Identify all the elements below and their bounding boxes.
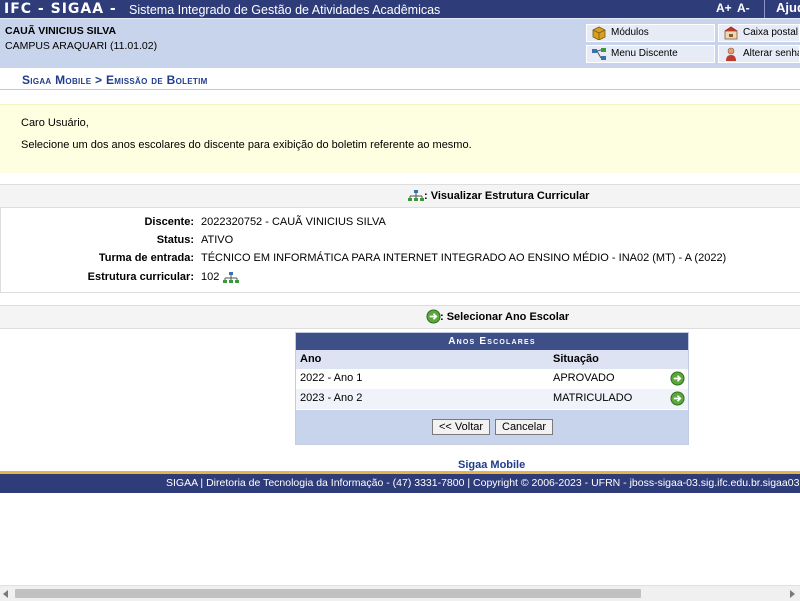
student-details: Discente: 2022320752 - CAUÃ VINICIUS SIL… [0,207,800,293]
help-link[interactable]: Ajuda [776,0,800,16]
breadcrumb-text: Sigaa Mobile > Emissão de Boletim [22,73,208,87]
status-row: Status: ATIVO [1,234,800,252]
column-header-situacao: Situação [553,353,599,365]
discente-row: Discente: 2022320752 - CAUÃ VINICIUS SIL… [1,216,800,234]
select-arrow-icon[interactable] [670,371,685,386]
menu-discente-label: Menu Discente [611,48,678,59]
ano-cell: 2023 - Ano 2 [300,392,363,404]
menu-discente-button[interactable]: Menu Discente [586,45,715,63]
back-button[interactable]: << Voltar [432,419,491,435]
estrutura-value: 102 [201,271,220,283]
turma-value: TÉCNICO EM INFORMÁTICA PARA INTERNET INT… [201,252,727,264]
alterar-senha-button[interactable]: Alterar senha [718,45,800,63]
column-header-ano: Ano [300,353,322,365]
table-footer: << Voltar Cancelar [296,410,688,444]
estrutura-row: Estrutura curricular: 102 [1,271,800,289]
table-caption: Anos Escolares [296,333,688,350]
user-info-bar: CAUÃ VINICIUS SILVA CAMPUS ARAQUARI (11.… [0,18,800,69]
situacao-cell: MATRICULADO [553,392,633,404]
footer: SIGAA | Diretoria de Tecnologia da Infor… [0,474,800,493]
breadcrumb: Sigaa Mobile > Emissão de Boletim [0,68,800,90]
ano-cell: 2022 - Ano 1 [300,372,363,384]
cancel-button[interactable]: Cancelar [495,419,554,435]
scrollbar-thumb[interactable] [15,589,641,598]
curriculum-tree-icon[interactable] [222,271,240,285]
discente-label: Discente: [144,216,194,228]
top-divider [764,0,765,18]
select-year-label: : Selecionar Ano Escolar [440,311,570,323]
menu-discente-icon [592,48,606,60]
modulos-label: Módulos [611,27,649,38]
structure-action-bar: : Visualizar Estrutura Curricular [0,184,800,208]
sigaa-mobile-link[interactable]: Sigaa Mobile [458,459,525,471]
select-arrow-icon[interactable] [670,391,685,406]
turma-row: Turma de entrada: TÉCNICO EM INFORMÁTICA… [1,252,800,270]
status-label: Status: [156,234,194,246]
structure-action-label[interactable]: : Visualizar Estrutura Curricular [424,190,589,202]
caixa-postal-label: Caixa postal [743,27,799,38]
system-name: Sistema Integrado de Gestão de Atividade… [129,3,441,17]
situacao-cell: APROVADO [553,372,615,384]
discente-value: 2022320752 - CAUÃ VINICIUS SILVA [201,216,386,228]
scroll-left-icon[interactable] [3,590,8,598]
curriculum-tree-icon[interactable] [407,189,425,203]
horizontal-scrollbar[interactable] [0,585,800,601]
message-body: Selecione um dos anos escolares do disce… [21,139,472,151]
caixa-postal-button[interactable]: Caixa postal [718,24,800,42]
scroll-right-icon[interactable] [790,590,795,598]
message-greeting: Caro Usuário, [21,117,89,129]
turma-label: Turma de entrada: [98,252,194,264]
modulos-button[interactable]: Módulos [586,24,715,42]
table-header: Ano Situação [296,350,688,369]
user-name: CAUÃ VINICIUS SILVA [5,25,117,37]
font-decrease-button[interactable]: A- [737,0,750,16]
info-message: Caro Usuário, Selecione um dos anos esco… [0,104,800,173]
mailbox-icon [724,26,738,40]
font-increase-button[interactable]: A+ [716,0,732,16]
top-bar: IFC - SIGAA - Sistema Integrado de Gestã… [0,0,800,18]
anos-escolares-table: Anos Escolares Ano Situação 2022 - Ano 1… [295,332,689,445]
user-campus: CAMPUS ARAQUARI (11.01.02) [5,40,158,52]
select-year-action-bar: : Selecionar Ano Escolar [0,305,800,329]
table-row: 2022 - Ano 1 APROVADO [296,369,688,389]
estrutura-label: Estrutura curricular: [87,271,194,283]
user-key-icon [726,47,736,61]
footer-text: SIGAA | Diretoria de Tecnologia da Infor… [166,477,800,489]
system-logo-text: IFC - SIGAA - [4,1,117,17]
status-value: ATIVO [201,234,234,246]
modules-icon [592,26,606,40]
alterar-senha-label: Alterar senha [743,48,800,59]
arrow-right-circle-icon [426,309,441,324]
table-row: 2023 - Ano 2 MATRICULADO [296,389,688,409]
